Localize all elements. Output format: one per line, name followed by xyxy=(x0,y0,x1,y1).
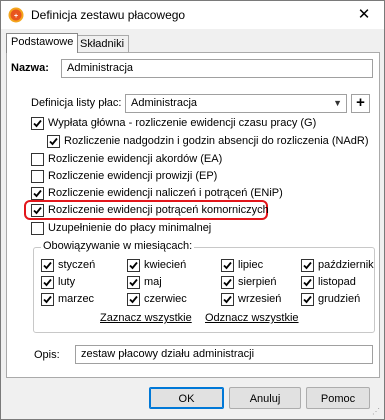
checkbox-month[interactable] xyxy=(221,293,234,306)
checkbox-minimalna-label: Uzupełnienie do płacy minimalnej xyxy=(48,222,212,234)
checkbox-month[interactable] xyxy=(301,276,314,289)
checkbox-minimalna[interactable] xyxy=(31,222,44,235)
chevron-down-icon: ▼ xyxy=(333,98,342,108)
svg-text:+: + xyxy=(14,13,18,20)
month-label: wrzesień xyxy=(238,293,282,305)
checkbox-month[interactable] xyxy=(127,259,140,272)
checkbox-month[interactable] xyxy=(41,259,54,272)
checkbox-month[interactable] xyxy=(301,293,314,306)
payroll-list-label: Definicja listy płac: xyxy=(31,97,122,109)
checkbox-nadr[interactable] xyxy=(47,135,60,148)
app-icon: + xyxy=(8,7,24,23)
month-label: lipiec xyxy=(238,259,264,271)
select-all-link[interactable]: Zaznacz wszystkie xyxy=(100,312,192,324)
checkbox-g[interactable] xyxy=(31,117,44,130)
checkbox-ep-label: Rozliczenie ewidencji prowizji (EP) xyxy=(48,170,218,182)
checkbox-ep[interactable] xyxy=(31,170,44,183)
checkbox-month[interactable] xyxy=(127,293,140,306)
tab-skladniki[interactable]: Składniki xyxy=(75,35,130,52)
checkbox-g-label: Wypłata główna - rozliczenie ewidencji c… xyxy=(48,117,317,129)
checkbox-enip[interactable] xyxy=(31,187,44,200)
checkbox-month[interactable] xyxy=(221,276,234,289)
month-label: marzec xyxy=(58,293,95,305)
close-icon[interactable]: ✕ xyxy=(354,5,374,25)
checkbox-ea-label: Rozliczenie ewidencji akordów (EA) xyxy=(48,153,223,165)
payroll-list-value: Administracja xyxy=(131,97,198,109)
month-label: październik xyxy=(318,259,374,271)
month-label: kwiecień xyxy=(144,259,187,271)
tab-podstawowe[interactable]: Podstawowe xyxy=(6,33,79,53)
add-payroll-list-button[interactable]: + xyxy=(351,94,370,113)
resize-grip-icon[interactable]: ⋰ xyxy=(372,407,382,417)
checkbox-ea[interactable] xyxy=(31,153,44,166)
payroll-list-select[interactable]: Administracja ▼ xyxy=(125,94,347,113)
tab-panel-basic: Nazwa: Administracja Definicja listy pła… xyxy=(6,52,380,378)
description-label: Opis: xyxy=(34,349,60,361)
month-label: grudzień xyxy=(318,293,361,305)
month-label: sierpień xyxy=(238,276,277,288)
description-input[interactable]: zestaw płacowy działu administracji xyxy=(75,345,373,364)
checkbox-enip-label: Rozliczenie ewidencji naliczeń i potrące… xyxy=(48,187,283,199)
month-label: styczeń xyxy=(58,259,96,271)
months-group-title: Obowiązywanie w miesiącach: xyxy=(41,240,195,252)
checkbox-month[interactable] xyxy=(41,276,54,289)
ok-button[interactable]: OK xyxy=(149,387,224,409)
month-label: luty xyxy=(58,276,76,288)
checkbox-month[interactable] xyxy=(41,293,54,306)
cancel-button[interactable]: Anuluj xyxy=(229,387,301,409)
month-label: czerwiec xyxy=(144,293,187,305)
title-bar[interactable]: + Definicja zestawu płacowego ✕ xyxy=(1,1,384,29)
checkbox-nadr-label: Rozliczenie nadgodzin i godzin absencji … xyxy=(64,135,369,147)
checkbox-komornicze[interactable] xyxy=(31,204,44,217)
name-input[interactable]: Administracja xyxy=(61,59,373,78)
month-label: maj xyxy=(144,276,162,288)
window-title: Definicja zestawu płacowego xyxy=(31,8,186,22)
dialog-window: + Definicja zestawu płacowego ✕ Podstawo… xyxy=(0,0,385,420)
help-button[interactable]: Pomoc xyxy=(306,387,370,409)
name-label: Nazwa: xyxy=(11,62,49,74)
month-label: listopad xyxy=(318,276,356,288)
checkbox-month[interactable] xyxy=(301,259,314,272)
checkbox-komornicze-label: Rozliczenie ewidencji potrąceń komornicz… xyxy=(48,204,269,216)
checkbox-month[interactable] xyxy=(221,259,234,272)
checkbox-month[interactable] xyxy=(127,276,140,289)
deselect-all-link[interactable]: Odznacz wszystkie xyxy=(205,312,299,324)
